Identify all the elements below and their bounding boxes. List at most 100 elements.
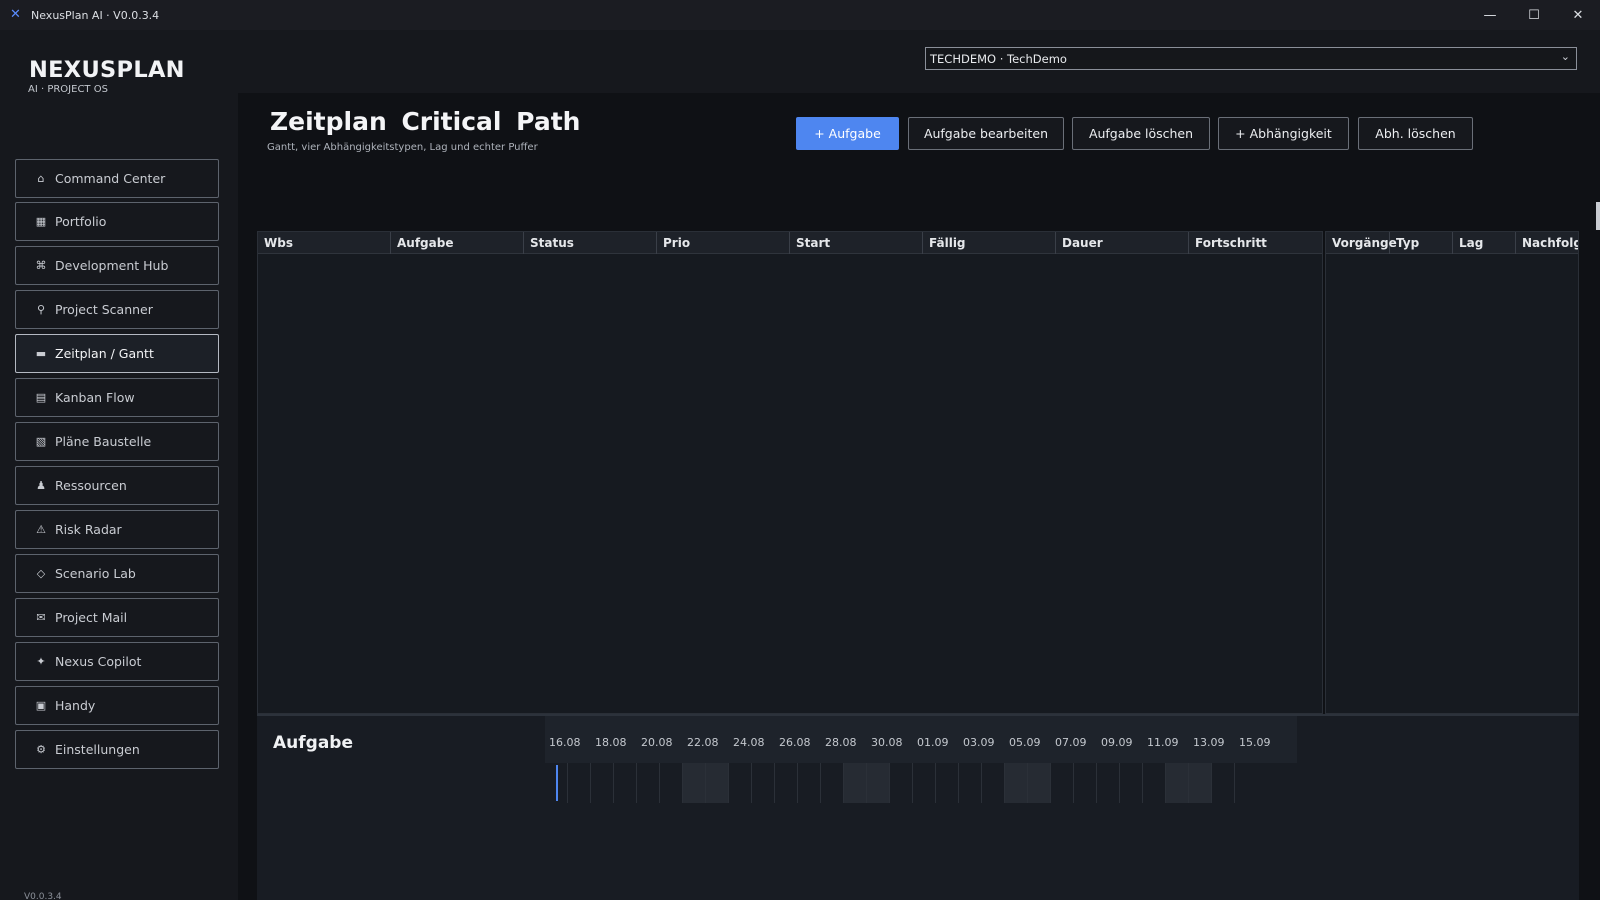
gantt-day-column: [936, 763, 959, 803]
gantt-date-tick: 05.09: [1009, 736, 1041, 749]
gantt-day-column: [591, 763, 614, 803]
column-header-status[interactable]: Status: [524, 232, 657, 254]
phone-icon: ▣: [35, 699, 47, 712]
app-version: V0.0.3.4: [24, 892, 62, 900]
sidebar-item-kanban-flow[interactable]: ▤ Kanban Flow: [15, 378, 219, 417]
column-header-wbs[interactable]: Wbs: [258, 232, 391, 254]
sidebar-item-zeitplan-gantt[interactable]: ▬ Zeitplan / Gantt: [15, 334, 219, 373]
delete-task-button[interactable]: Aufgabe löschen: [1072, 117, 1210, 150]
column-header-aufgabe[interactable]: Aufgabe: [391, 232, 524, 254]
sidebar-item-pläne-baustelle[interactable]: ▧ Pläne Baustelle: [15, 422, 219, 461]
column-header-start[interactable]: Start: [790, 232, 923, 254]
sidebar-item-project-scanner[interactable]: ⚲ Project Scanner: [15, 290, 219, 329]
gantt-day-column: [614, 763, 637, 803]
gantt-day-column: [982, 763, 1005, 803]
gantt-date-tick: 28.08: [825, 736, 857, 749]
gantt-day-column: [660, 763, 683, 803]
gantt-day-column: [1212, 763, 1235, 803]
search-icon: ⚲: [36, 303, 46, 316]
sidebar-item-label: Project Mail: [55, 610, 128, 625]
sidebar-item-label: Development Hub: [55, 258, 169, 273]
gantt-day-column: [1028, 763, 1051, 803]
app-logo-icon: ✕: [10, 7, 21, 22]
gantt-date-tick: 20.08: [641, 736, 673, 749]
minimize-icon[interactable]: —: [1468, 0, 1512, 30]
gantt-day-column: [1051, 763, 1074, 803]
column-header-fortschritt[interactable]: Fortschritt: [1189, 232, 1322, 254]
board-icon: ▤: [35, 391, 47, 404]
brand-tagline: AI · PROJECT OS: [28, 84, 108, 95]
sidebar-item-scenario-lab[interactable]: ◇ Scenario Lab: [15, 554, 219, 593]
gantt-timeline-body[interactable]: [545, 763, 1235, 803]
gantt-date-tick: 26.08: [779, 736, 811, 749]
add-task-button[interactable]: + Aufgabe: [796, 117, 899, 150]
sidebar-item-label: Zeitplan / Gantt: [55, 346, 154, 361]
gantt-row-label: Aufgabe: [273, 733, 353, 753]
sidebar-item-label: Command Center: [55, 171, 166, 186]
sidebar-item-label: Project Scanner: [55, 302, 153, 317]
sidebar-item-project-mail[interactable]: ✉ Project Mail: [15, 598, 219, 637]
sidebar-item-risk-radar[interactable]: ⚠ Risk Radar: [15, 510, 219, 549]
project-select-value: TECHDEMO · TechDemo: [930, 51, 1067, 66]
gantt-day-column: [1097, 763, 1120, 803]
column-header-nachfolge[interactable]: Nachfolge: [1516, 232, 1578, 254]
gantt-day-column: [775, 763, 798, 803]
task-table-header: Wbs Aufgabe Status Prio Start Fällig Dau…: [258, 232, 1322, 254]
close-icon[interactable]: ✕: [1556, 0, 1600, 30]
gantt-timeline-header: 16.08 18.08 20.08 22.08 24.08 26.08 28.08 30.08…: [545, 716, 1297, 763]
column-header-lag[interactable]: Lag: [1453, 232, 1516, 254]
dependency-table[interactable]: Vorgänge Typ Lag Nachfolge: [1325, 231, 1579, 714]
gantt-date-tick: 09.09: [1101, 736, 1133, 749]
person-icon: ♟: [36, 479, 46, 492]
gantt-day-column: [913, 763, 936, 803]
gear-icon: ⚙: [36, 743, 46, 756]
gantt-day-column: [729, 763, 752, 803]
gantt-day-column: [1143, 763, 1166, 803]
sidebar-item-einstellungen[interactable]: ⚙ Einstellungen: [15, 730, 219, 769]
sidebar-item-command-center[interactable]: ⌂ Command Center: [15, 159, 219, 198]
gantt-day-column: [1166, 763, 1189, 803]
column-header-faellig[interactable]: Fällig: [923, 232, 1056, 254]
gantt-day-column: [1074, 763, 1097, 803]
gantt-date-tick: 07.09: [1055, 736, 1087, 749]
sidebar-item-handy[interactable]: ▣ Handy: [15, 686, 219, 725]
gantt-day-column: [798, 763, 821, 803]
column-header-prio[interactable]: Prio: [657, 232, 790, 254]
window-controls: — ☐ ✕: [1468, 0, 1600, 30]
column-header-dauer[interactable]: Dauer: [1056, 232, 1189, 254]
sidebar-item-label: Scenario Lab: [55, 566, 136, 581]
gantt-day-column: [752, 763, 775, 803]
sidebar-item-portfolio[interactable]: ▦ Portfolio: [15, 202, 219, 241]
gantt-day-column: [568, 763, 591, 803]
project-select[interactable]: TECHDEMO · TechDemo ⌄: [925, 47, 1577, 70]
window-titlebar: ✕ NexusPlan AI · V0.0.3.4 — ☐ ✕: [0, 0, 1600, 30]
home-icon: ⌂: [37, 172, 45, 185]
add-dependency-button[interactable]: + Abhängigkeit: [1218, 117, 1349, 150]
sidebar-item-label: Kanban Flow: [55, 390, 135, 405]
gantt-date-tick: 01.09: [917, 736, 949, 749]
page-title: Zeitplan Critical Path: [270, 107, 581, 136]
gantt-day-column: [959, 763, 982, 803]
maximize-icon[interactable]: ☐: [1512, 0, 1556, 30]
column-header-typ[interactable]: Typ: [1390, 232, 1453, 254]
sidebar-item-label: Handy: [55, 698, 96, 713]
page-subtitle: Gantt, vier Abhängigkeitstypen, Lag und …: [267, 142, 538, 153]
column-header-vorgaenge[interactable]: Vorgänge: [1326, 232, 1397, 254]
sidebar-item-nexus-copilot[interactable]: ✦ Nexus Copilot: [15, 642, 219, 681]
gantt-day-column: [1005, 763, 1028, 803]
today-marker: [556, 765, 558, 801]
gantt-date-tick: 11.09: [1147, 736, 1179, 749]
sidebar-item-label: Ressourcen: [55, 478, 127, 493]
gantt-day-column: [844, 763, 867, 803]
window-scrollbar[interactable]: [1596, 202, 1600, 230]
delete-dependency-button[interactable]: Abh. löschen: [1358, 117, 1473, 150]
sidebar-item-label: Risk Radar: [55, 522, 122, 537]
gantt-date-tick: 15.09: [1239, 736, 1271, 749]
brand-logo: NEXUSPLAN: [29, 57, 185, 83]
sidebar-item-development-hub[interactable]: ⌘ Development Hub: [15, 246, 219, 285]
gantt-chart[interactable]: Aufgabe 16.08 18.08 20.08 22.08 24.08 26.08 28…: [257, 714, 1579, 900]
sidebar-item-ressourcen[interactable]: ♟ Ressourcen: [15, 466, 219, 505]
gantt-day-column: [867, 763, 890, 803]
edit-task-button[interactable]: Aufgabe bearbeiten: [908, 117, 1064, 150]
task-table[interactable]: Wbs Aufgabe Status Prio Start Fällig Dau…: [257, 231, 1323, 714]
